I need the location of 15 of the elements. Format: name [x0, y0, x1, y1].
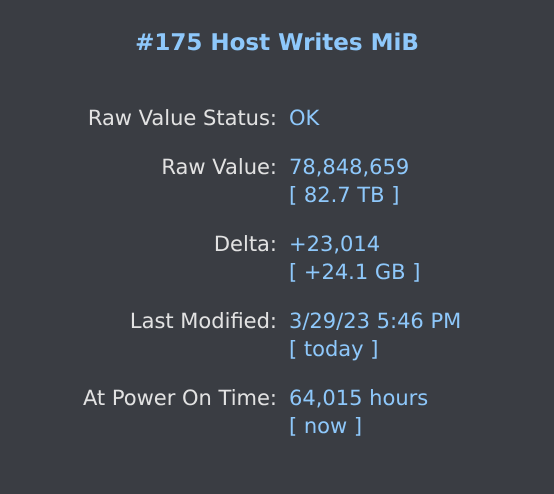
- field-value: 78,848,659: [289, 154, 410, 181]
- field-note: [ +24.1 GB ]: [289, 259, 420, 286]
- field-value: 64,015 hours: [289, 385, 428, 412]
- field-label: At Power On Time:: [82, 385, 277, 412]
- field-label: Last Modified:: [130, 308, 277, 335]
- field-label: Delta:: [214, 231, 277, 258]
- field-note: [ 82.7 TB ]: [289, 182, 400, 209]
- field-label: Raw Value Status:: [88, 105, 277, 132]
- field-value: +23,014: [289, 231, 380, 258]
- field-label: Raw Value:: [161, 154, 277, 181]
- field-note: [ today ]: [289, 336, 378, 363]
- field-note: [ now ]: [289, 413, 362, 440]
- popover-title: #175 Host Writes MiB: [134, 29, 420, 58]
- field-value: OK: [289, 105, 320, 132]
- field-value: 3/29/23 5:46 PM: [289, 308, 462, 335]
